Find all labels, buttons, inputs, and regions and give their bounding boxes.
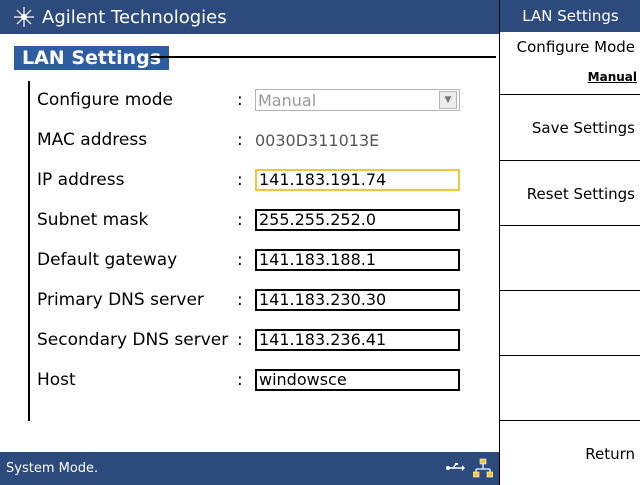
primary-dns-field[interactable]: 141.183.230.30 <box>255 289 460 311</box>
host-field[interactable]: windowsce <box>255 369 460 391</box>
status-bar: System Mode. <box>0 452 499 485</box>
softkey-configure-mode-value: Manual <box>587 70 637 84</box>
softkey-blank-6[interactable] <box>500 355 640 420</box>
default-gateway-row: Default gateway : 141.183.188.1 <box>37 248 460 272</box>
separator: : <box>237 210 243 230</box>
separator: : <box>237 130 243 150</box>
left-divider <box>28 81 30 421</box>
subnet-mask-row: Subnet mask : 255.255.252.0 <box>37 208 460 232</box>
softkey-header: LAN Settings <box>500 0 640 32</box>
primary-dns-label: Primary DNS server <box>37 290 204 310</box>
mac-address-label: MAC address <box>37 130 148 150</box>
softkey-return[interactable]: Return <box>500 420 640 485</box>
host-row: Host : windowsce <box>37 368 460 392</box>
secondary-dns-label: Secondary DNS server <box>37 330 229 350</box>
separator: : <box>237 290 243 310</box>
usb-icon <box>446 463 465 471</box>
title-bar: Agilent Technologies <box>0 0 499 34</box>
agilent-logo-icon <box>14 7 34 27</box>
softkey-blank-4[interactable] <box>500 225 640 290</box>
softkey-blank-5[interactable] <box>500 290 640 355</box>
configure-mode-label: Configure mode <box>37 90 174 110</box>
softkey-return-label: Return <box>585 445 635 463</box>
main-panel: LAN Settings Configure mode : Manual ▼ M… <box>0 34 499 452</box>
subnet-mask-label: Subnet mask <box>37 210 149 230</box>
ip-address-field[interactable]: 141.183.191.74 <box>255 169 460 191</box>
configure-mode-select[interactable]: Manual ▼ <box>255 89 460 111</box>
softkey-save-label: Save Settings <box>531 119 635 137</box>
default-gateway-field[interactable]: 141.183.188.1 <box>255 249 460 271</box>
section-divider <box>150 56 496 58</box>
primary-dns-row: Primary DNS server : 141.183.230.30 <box>37 288 460 312</box>
secondary-dns-field[interactable]: 141.183.236.41 <box>255 329 460 351</box>
chevron-down-icon[interactable]: ▼ <box>439 91 457 109</box>
softkey-reset-label: Reset Settings <box>526 185 635 203</box>
default-gateway-label: Default gateway <box>37 250 178 270</box>
softkey-panel: LAN Settings Configure Mode Manual Save … <box>499 0 640 485</box>
separator: : <box>237 170 243 190</box>
host-label: Host <box>37 370 76 390</box>
brand-name: Agilent Technologies <box>42 6 227 28</box>
configure-mode-row: Configure mode : Manual ▼ <box>37 88 460 112</box>
separator: : <box>237 370 243 390</box>
softkey-configure-mode-label: Configure Mode <box>516 38 635 56</box>
status-icons <box>445 458 493 478</box>
ip-address-row: IP address : 141.183.191.74 <box>37 168 460 192</box>
status-text: System Mode. <box>6 461 99 476</box>
separator: : <box>237 250 243 270</box>
softkey-reset-settings[interactable]: Reset Settings <box>500 160 640 225</box>
ip-address-label: IP address <box>37 170 125 190</box>
network-icon <box>473 458 493 478</box>
section-title: LAN Settings <box>14 46 170 70</box>
subnet-mask-field[interactable]: 255.255.252.0 <box>255 209 460 231</box>
secondary-dns-row: Secondary DNS server : 141.183.236.41 <box>37 328 460 352</box>
mac-address-value: 0030D311013E <box>255 130 380 150</box>
separator: : <box>237 90 243 110</box>
softkey-configure-mode[interactable]: Configure Mode Manual <box>500 32 640 94</box>
separator: : <box>237 330 243 350</box>
mac-address-row: MAC address : 0030D311013E <box>37 128 379 152</box>
configure-mode-value: Manual <box>258 90 317 110</box>
softkey-save-settings[interactable]: Save Settings <box>500 94 640 160</box>
